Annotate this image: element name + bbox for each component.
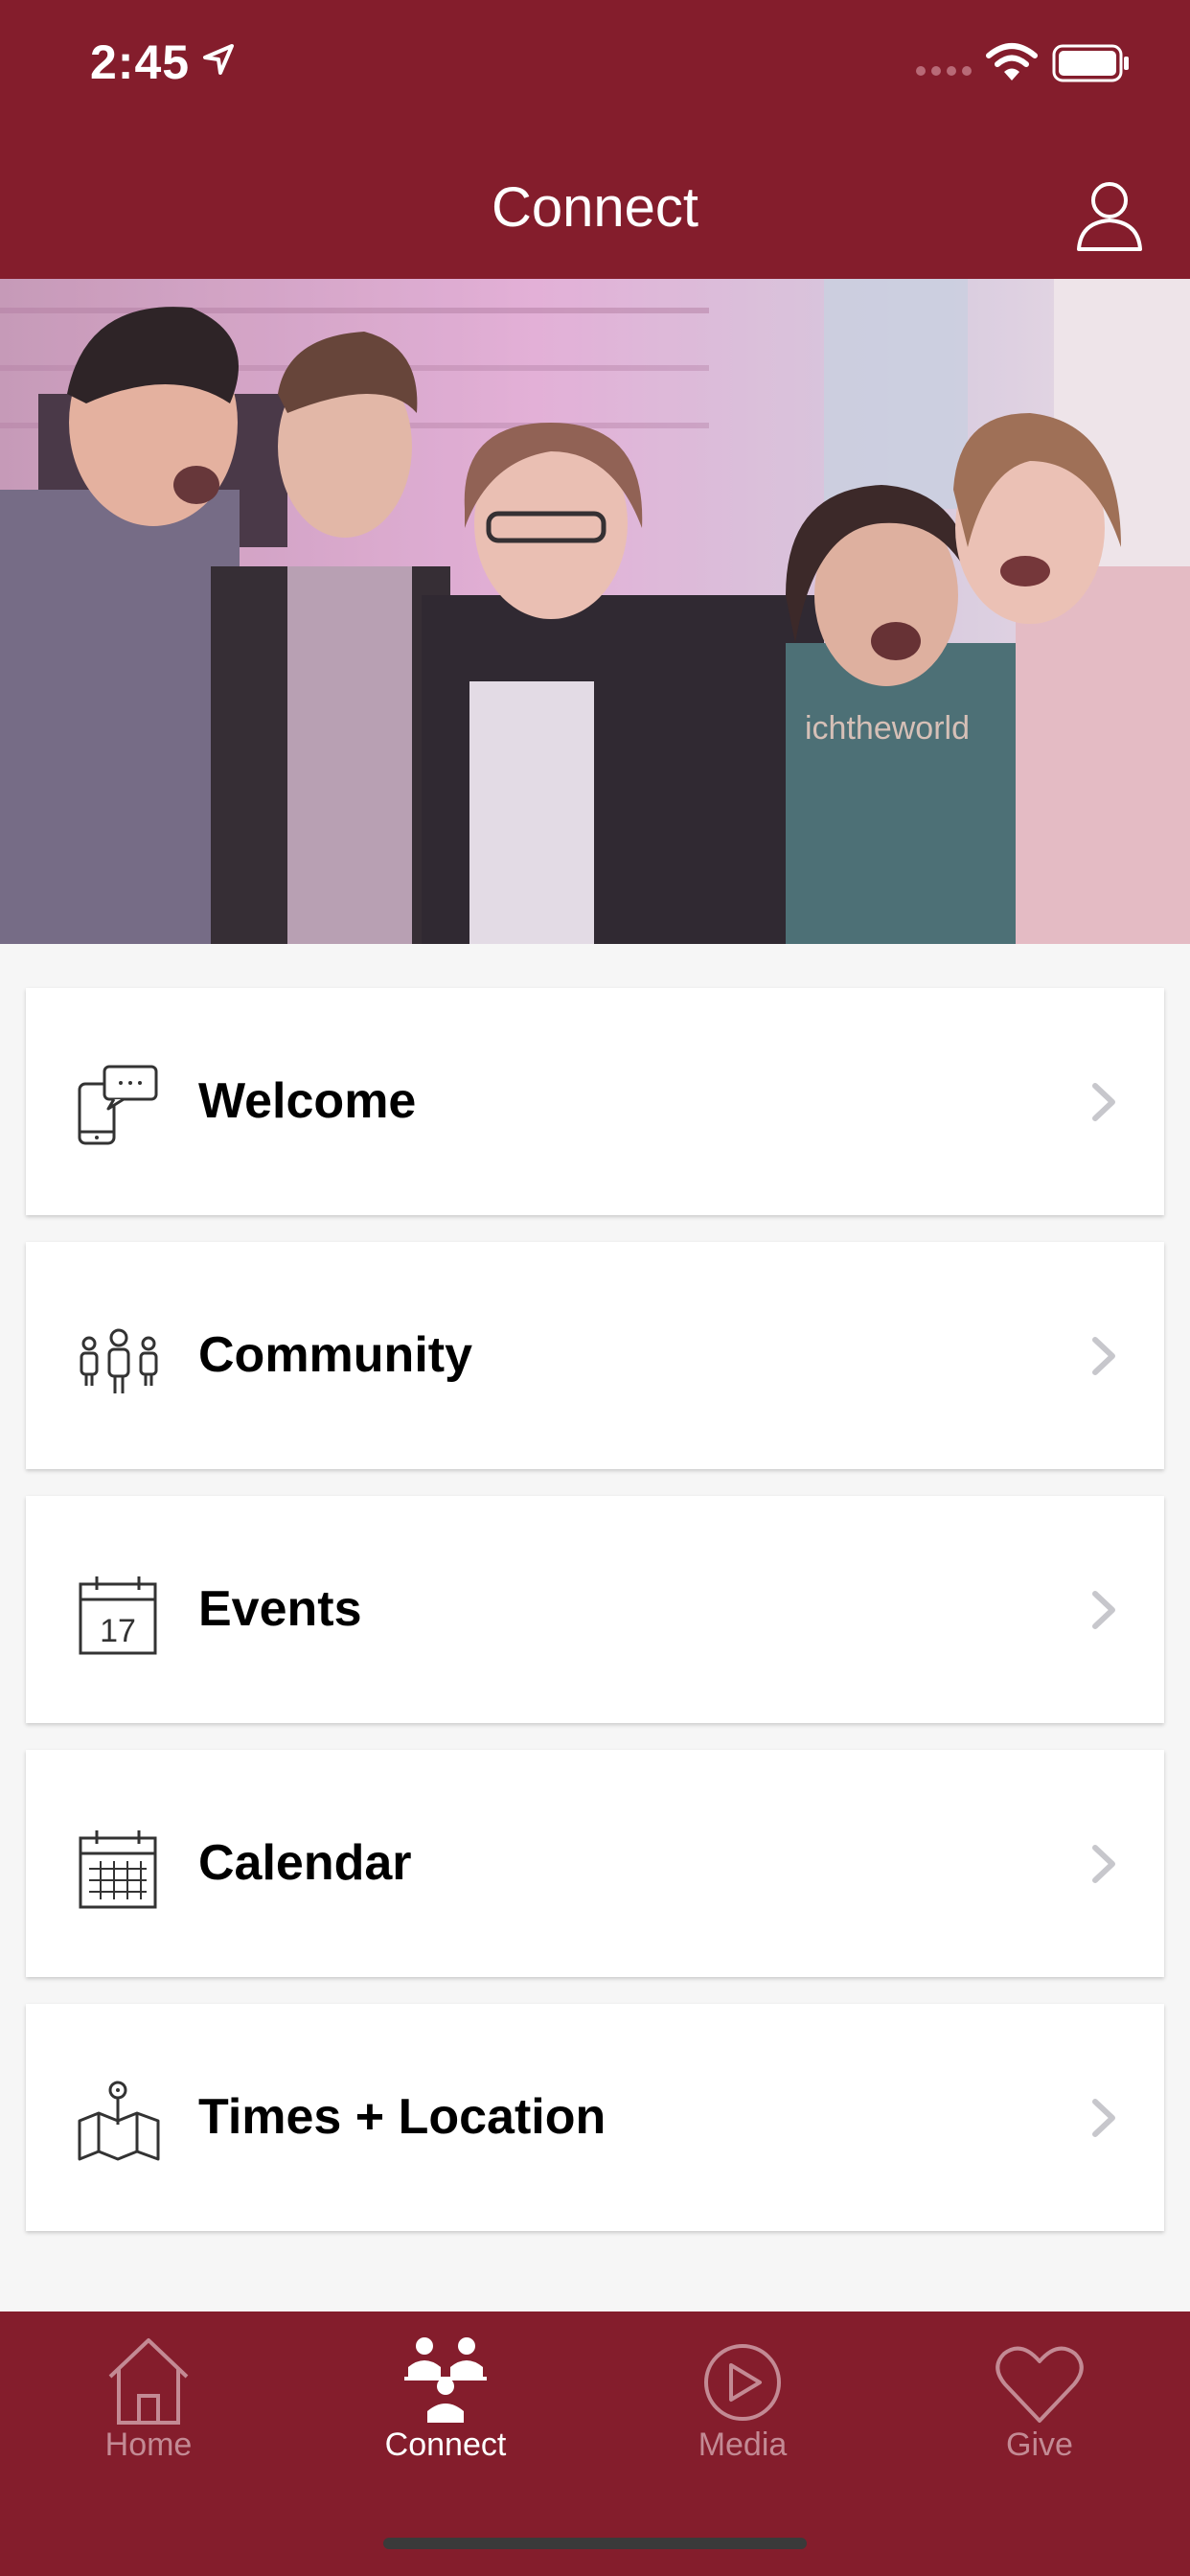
- tab-give[interactable]: Give: [891, 2312, 1188, 2503]
- tab-label: Media: [698, 2426, 788, 2463]
- menu-item-community[interactable]: Community: [26, 1242, 1164, 1469]
- profile-icon[interactable]: [1071, 176, 1148, 253]
- chevron-right-icon: [1092, 1591, 1115, 1629]
- menu-item-label: Calendar: [198, 1835, 412, 1891]
- wifi-icon: [986, 43, 1038, 80]
- menu-item-label: Welcome: [198, 1073, 417, 1129]
- tab-media[interactable]: Media: [594, 2312, 891, 2503]
- play-icon: [704, 2344, 781, 2421]
- chevron-right-icon: [1092, 1083, 1115, 1121]
- hero-image: ichtheworld: [0, 279, 1190, 944]
- menu-item-welcome[interactable]: Welcome: [26, 988, 1164, 1215]
- tab-label: Connect: [384, 2426, 507, 2463]
- chevron-right-icon: [1092, 1337, 1115, 1375]
- welcome-icon: [78, 1065, 158, 1145]
- tab-label: Give: [1006, 2426, 1073, 2463]
- battery-icon: [1052, 44, 1129, 82]
- menu-item-times-location[interactable]: Times + Location: [26, 2004, 1164, 2231]
- tab-home[interactable]: Home: [0, 2312, 297, 2503]
- tab-label: Home: [104, 2426, 193, 2463]
- menu-item-label: Community: [198, 1327, 472, 1383]
- home-icon: [108, 2338, 189, 2425]
- location-arrow-icon: [203, 44, 234, 75]
- status-time: 2:45: [90, 35, 191, 89]
- chevron-right-icon: [1092, 2099, 1115, 2137]
- map-pin-icon: [78, 2081, 160, 2161]
- menu-item-label: Events: [198, 1581, 362, 1637]
- menu-item-label: Times + Location: [198, 2089, 606, 2145]
- tab-connect[interactable]: Connect: [297, 2312, 594, 2503]
- home-indicator: [383, 2538, 807, 2549]
- calendar-icon: [79, 1830, 157, 1909]
- community-icon: [80, 1328, 158, 1393]
- tab-bar: Home Connect Media Give: [0, 2312, 1190, 2576]
- chevron-right-icon: [1092, 1845, 1115, 1883]
- page-title: Connect: [491, 176, 699, 239]
- heart-icon: [995, 2346, 1084, 2423]
- events-icon: 17: [79, 1576, 157, 1655]
- menu-item-calendar[interactable]: Calendar: [26, 1750, 1164, 1977]
- connect-icon: [404, 2337, 487, 2423]
- events-icon-number: 17: [100, 1613, 136, 1649]
- header: 2:45 Connect: [0, 0, 1190, 279]
- menu-item-events[interactable]: 17 Events: [26, 1496, 1164, 1723]
- signal-icon: [916, 66, 972, 76]
